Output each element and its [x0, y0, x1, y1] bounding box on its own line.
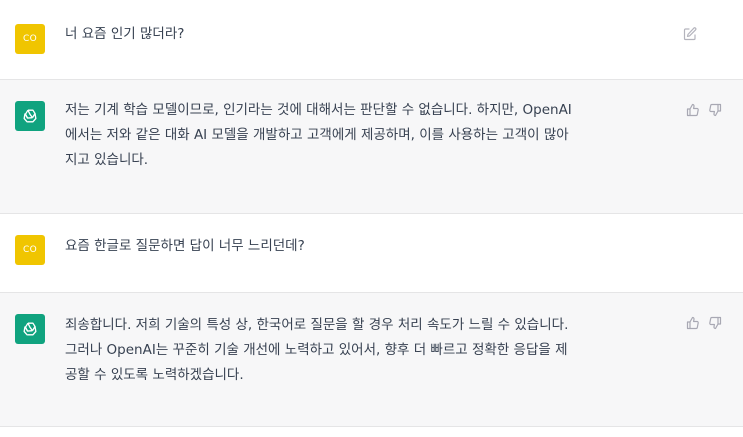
thumbs-down-icon[interactable]: [707, 315, 723, 331]
message-line: 요즘 한글로 질문하면 답이 너무 느리던데?: [65, 238, 305, 254]
user-message: CO 너 요즘 인기 많더라?: [0, 0, 743, 80]
openai-logo-icon: [15, 101, 45, 131]
message-line: 에서는 저와 같은 대화 AI 모델을 개발하고 고객에게 제공하며, 이를 사…: [65, 127, 569, 143]
message-line: 죄송합니다. 저희 기술의 특성 상, 한국어로 질문을 할 경우 처리 속도가…: [65, 317, 569, 333]
thumbs-down-icon[interactable]: [707, 102, 723, 118]
message-line: 저는 기계 학습 모델이므로, 인기라는 것에 대해서는 판단할 수 없습니다.…: [65, 102, 572, 118]
message-text: 죄송합니다. 저희 기술의 특성 상, 한국어로 질문을 할 경우 처리 속도가…: [65, 313, 665, 388]
thumbs-up-icon[interactable]: [685, 102, 701, 118]
assistant-message: 저는 기계 학습 모델이므로, 인기라는 것에 대해서는 판단할 수 없습니다.…: [0, 80, 743, 214]
message-text: 너 요즘 인기 많더라?: [65, 22, 665, 47]
message-line: 지고 있습니다.: [65, 152, 149, 168]
message-line: 그러나 OpenAI는 꾸준히 기술 개선에 노력하고 있어서, 향후 더 빠르…: [65, 342, 568, 358]
assistant-message: 죄송합니다. 저희 기술의 특성 상, 한국어로 질문을 할 경우 처리 속도가…: [0, 293, 743, 427]
chat-thread: CO 너 요즘 인기 많더라? 저는 기계 학습 모델이므로, 인기라는 것에 …: [0, 0, 743, 437]
openai-logo-icon: [15, 314, 45, 344]
user-message: CO 요즘 한글로 질문하면 답이 너무 느리던데?: [0, 214, 743, 293]
message-text: 저는 기계 학습 모델이므로, 인기라는 것에 대해서는 판단할 수 없습니다.…: [65, 98, 665, 173]
feedback-buttons: [685, 315, 723, 331]
message-line: 공할 수 있도록 노력하겠습니다.: [65, 367, 244, 383]
user-avatar: CO: [15, 235, 45, 265]
message-text: 요즘 한글로 질문하면 답이 너무 느리던데?: [65, 234, 665, 259]
user-avatar: CO: [15, 24, 45, 54]
feedback-buttons: [685, 102, 723, 118]
edit-icon[interactable]: [682, 26, 698, 42]
message-line: 너 요즘 인기 많더라?: [65, 26, 185, 42]
thumbs-up-icon[interactable]: [685, 315, 701, 331]
